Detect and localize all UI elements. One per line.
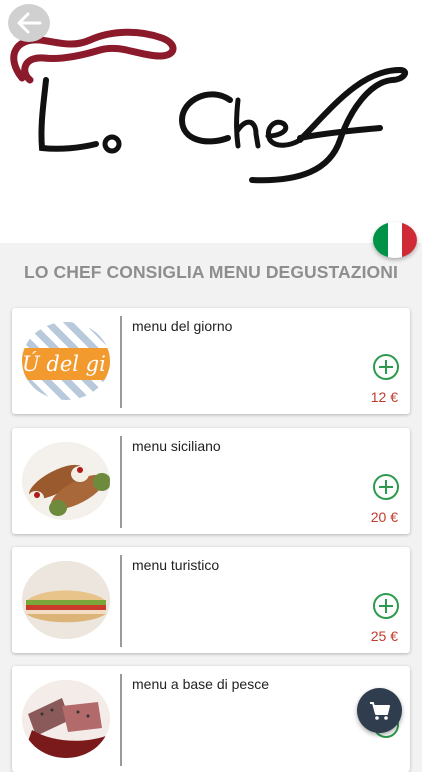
language-flag-button[interactable] xyxy=(373,222,417,258)
menu-del-giorno-image: Ú del gi xyxy=(22,322,110,400)
add-circle-icon[interactable] xyxy=(373,474,399,500)
tuna-image xyxy=(22,680,110,758)
card-divider xyxy=(120,555,122,647)
menu-card[interactable]: menu turistico 25 € xyxy=(12,547,410,653)
header-logo-area xyxy=(0,0,422,243)
add-circle-icon[interactable] xyxy=(373,593,399,619)
section-title: LO CHEF CONSIGLIA MENU DEGUSTAZIONI xyxy=(24,262,398,282)
card-divider xyxy=(120,674,122,766)
add-circle-icon[interactable] xyxy=(373,354,399,380)
sandwich-image xyxy=(22,561,110,639)
menu-price: 25 € xyxy=(370,628,398,644)
card-divider xyxy=(120,316,122,408)
cannoli-image xyxy=(22,442,110,520)
menu-title: menu siciliano xyxy=(132,438,221,454)
menu-title: menu a base di pesce xyxy=(132,676,269,692)
back-button[interactable] xyxy=(8,4,50,42)
menu-card[interactable]: menu siciliano 20 € xyxy=(12,428,410,534)
menu-title: menu turistico xyxy=(132,557,220,573)
menu-price: 12 € xyxy=(370,389,398,405)
arrow-left-icon xyxy=(17,12,42,34)
menu-card[interactable]: Ú del gi menu del giorno 12 € xyxy=(12,308,410,414)
menu-price: 20 € xyxy=(370,509,398,525)
card-divider xyxy=(120,436,122,528)
menu-image-label: Ú del gi xyxy=(22,348,110,380)
shopping-cart-icon xyxy=(369,701,390,720)
cart-button[interactable] xyxy=(357,688,402,733)
lo-chef-logo xyxy=(10,28,408,184)
menu-title: menu del giorno xyxy=(132,318,233,334)
menu-card[interactable]: menu a base di pesce xyxy=(12,666,410,772)
